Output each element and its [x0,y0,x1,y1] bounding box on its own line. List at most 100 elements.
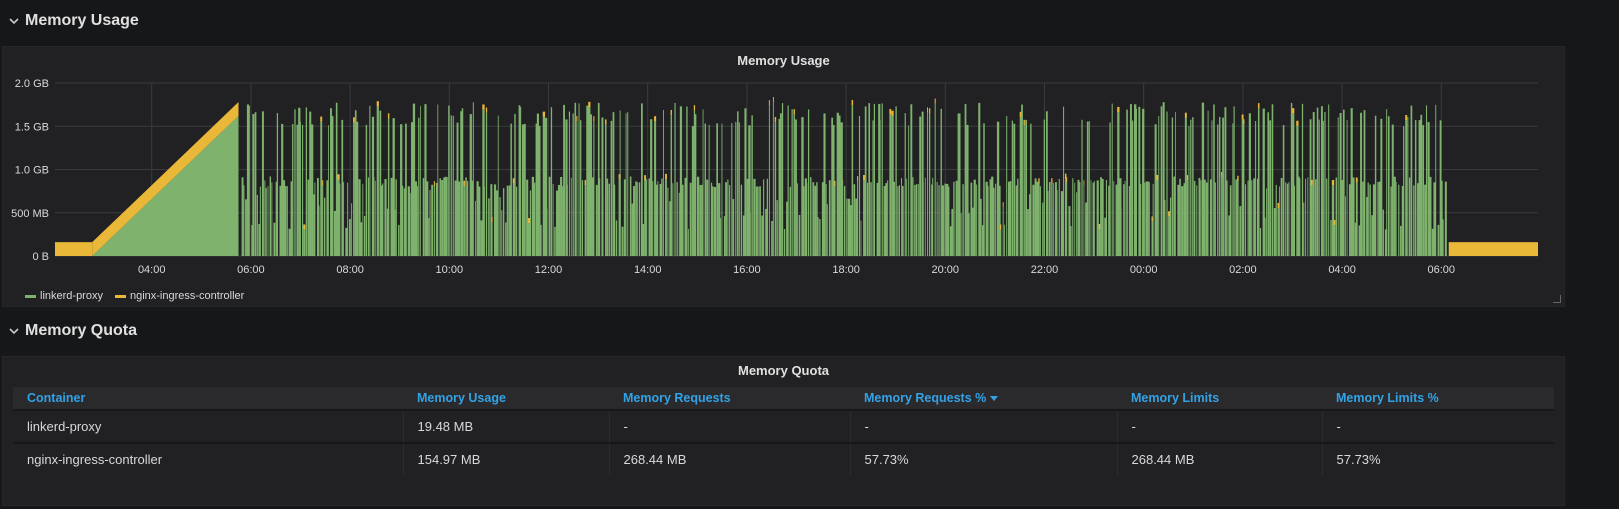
linkerd-spike [623,179,626,256]
linkerd-spike [439,178,442,256]
linkerd-spike [398,224,400,256]
linkerd-spike [633,186,636,256]
linkerd-spike [763,179,765,256]
linkerd-spike [529,190,532,256]
linkerd-spike [1175,112,1176,256]
panel-title[interactable]: Memory Quota [3,363,1564,378]
column-header-memory-usage[interactable]: Memory Usage [403,387,609,410]
nginx-spike-cap [433,181,435,187]
x-tick-label: 16:00 [733,264,761,276]
linkerd-spike [1271,104,1274,256]
caret-down-icon[interactable] [990,396,999,402]
linkerd-spike [574,102,577,256]
linkerd-spike [478,186,481,256]
linkerd-spike [1027,209,1029,256]
resize-handle-icon[interactable] [1553,295,1561,303]
linkerd-spike [732,199,735,256]
linkerd-spike [322,185,324,256]
linkerd-spike [557,184,561,256]
linkerd-spike [720,218,722,256]
linkerd-spike [248,105,250,256]
memory-usage-chart[interactable]: 0 B 500 MB 1.0 GB 1.5 GB 2.0 GB 04:00 06:00 08:… [3,47,1564,306]
linkerd-spike [789,186,791,256]
linkerd-spike [387,118,390,256]
linkerd-spike [526,179,529,256]
linkerd-spike [892,181,895,256]
linkerd-spike [759,186,761,256]
row-header-memory-quota[interactable]: Memory Quota [0,314,137,348]
linkerd-spike [356,121,359,256]
linkerd-spike [1043,119,1045,256]
linkerd-spike [1413,185,1415,256]
linkerd-spike [331,116,334,256]
linkerd-spike [1147,181,1149,256]
memory-quota-table: Container Memory Usage Memory Requests M… [13,387,1554,475]
linkerd-spike [376,106,379,256]
linkerd-spike [1301,103,1304,256]
column-header-memory-limits-percent[interactable]: Memory Limits % [1322,387,1554,410]
linkerd-spike [1293,185,1296,256]
linkerd-spike [902,185,904,256]
linkerd-spike [1207,110,1209,256]
linkerd-spike [269,176,272,256]
linkerd-spike [895,106,897,257]
nginx-spike-cap [605,119,607,125]
linkerd-spike [1386,109,1388,256]
linkerd-spike [1303,202,1305,256]
linkerd-spike [342,182,344,256]
linkerd-spike [546,208,548,256]
chevron-down-icon[interactable] [3,327,25,335]
linkerd-spike [1307,177,1309,256]
linkerd-spike [702,109,704,256]
legend-item-linkerd-proxy[interactable]: linkerd-proxy [25,290,103,302]
table-row: nginx-ingress-controller 154.97 MB 268.4… [13,442,1554,475]
linkerd-spike [431,184,434,256]
linkerd-spike [1096,180,1099,256]
linkerd-spike [1113,181,1115,256]
linkerd-spike [855,198,858,256]
linkerd-spike [515,186,518,256]
linkerd-spike [572,113,574,257]
linkerd-spike [578,103,580,256]
linkerd-spike [1387,116,1390,256]
linkerd-spike [727,179,729,256]
row-header-memory-usage[interactable]: Memory Usage [0,4,139,38]
linkerd-spike [514,113,516,256]
linkerd-spike [1422,125,1425,256]
linkerd-spike [697,176,700,256]
linkerd-spike [1104,217,1107,256]
linkerd-spike [917,183,919,256]
linkerd-spike [542,116,546,256]
linkerd-spike [1134,104,1137,256]
linkerd-spike [501,210,503,256]
linkerd-spike [412,103,416,256]
column-header-memory-requests[interactable]: Memory Requests [609,387,850,410]
linkerd-spike [1257,108,1260,256]
linkerd-spike [979,198,982,256]
nginx-spike-cap [588,101,591,108]
linkerd-spike [881,103,883,256]
column-header-memory-limits[interactable]: Memory Limits [1117,387,1322,410]
linkerd-spike [1042,202,1044,256]
linkerd-spike [1051,183,1053,256]
nginx-spike-cap [1117,106,1120,113]
legend-item-nginx-ingress-controller[interactable]: nginx-ingress-controller [114,290,244,302]
linkerd-spike [1253,178,1256,256]
legend-swatch [114,294,126,298]
column-header-memory-requests-percent[interactable]: Memory Requests % [850,387,1117,410]
linkerd-spike [636,182,638,256]
column-header-container[interactable]: Container [13,387,403,410]
linkerd-spike [947,186,950,256]
linkerd-spike [1056,189,1058,256]
linkerd-spike [606,178,609,256]
chevron-down-icon[interactable] [3,17,25,25]
linkerd-spike [771,221,773,256]
linkerd-spike [1158,116,1160,256]
x-tick-label: 04:00 [1328,264,1356,276]
linkerd-spike [731,123,733,256]
linkerd-spike [678,192,680,256]
linkerd-spike [591,177,594,256]
linkerd-spike [1433,182,1436,256]
linkerd-spike [819,218,821,256]
linkerd-spike [302,124,304,256]
